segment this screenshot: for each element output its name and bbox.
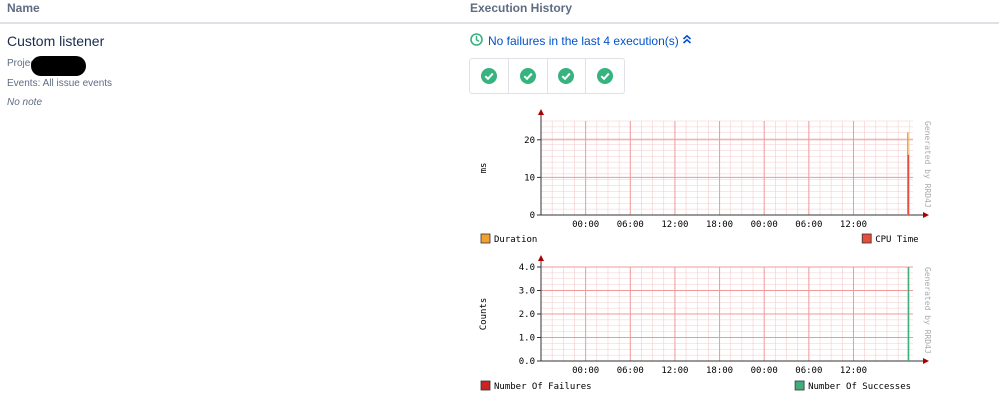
chart-watermark: Generated by RRD4J [923,267,932,354]
y-tick-label: 2.0 [519,310,535,320]
execution-charts: 00:00 06:00 12:00 18:00 00:00 06:00 12:00 0 10 20… [479,109,932,392]
y-axis-arrow [538,109,544,115]
legend-label: Number Of Failures [494,382,592,392]
y-tick-label: 1.0 [519,334,535,344]
y-tick-label: 3.0 [519,287,535,297]
y-tick-label: 0 [530,211,535,221]
x-tick-label: 00:00 [572,220,599,230]
x-tick-label: 00:00 [751,366,778,376]
legend-label: Number Of Successes [808,382,911,392]
legend-swatch [480,233,491,244]
x-tick-label: 06:00 [795,366,822,376]
x-tick-label: 18:00 [706,366,733,376]
y-tick-label: 20 [524,136,535,146]
legend-swatch [861,233,872,244]
chart-watermark: Generated by RRD4J [923,121,932,208]
x-tick-label: 12:00 [840,220,867,230]
y-axis-arrow [538,255,544,261]
x-tick-label: 12:00 [661,366,688,376]
legend-swatch [480,380,491,391]
x-tick-label: 06:00 [617,220,644,230]
x-tick-label: 12:00 [661,220,688,230]
x-tick-label: 00:00 [572,366,599,376]
x-tick-label: 18:00 [706,220,733,230]
x-tick-label: 06:00 [617,366,644,376]
y-axis-label: Counts [479,298,489,331]
legend-label: CPU Time [875,235,918,245]
y-tick-label: 0.0 [519,357,535,367]
legend-label: Duration [494,235,537,245]
x-tick-label: 00:00 [751,220,778,230]
x-axis-arrow [923,358,929,364]
x-axis-arrow [923,212,929,218]
y-axis-label: ms [479,163,489,174]
x-tick-label: 06:00 [795,220,822,230]
y-tick-label: 4.0 [519,263,535,273]
legend-swatch [794,380,805,391]
y-tick-label: 10 [524,173,535,183]
x-tick-label: 12:00 [840,366,867,376]
